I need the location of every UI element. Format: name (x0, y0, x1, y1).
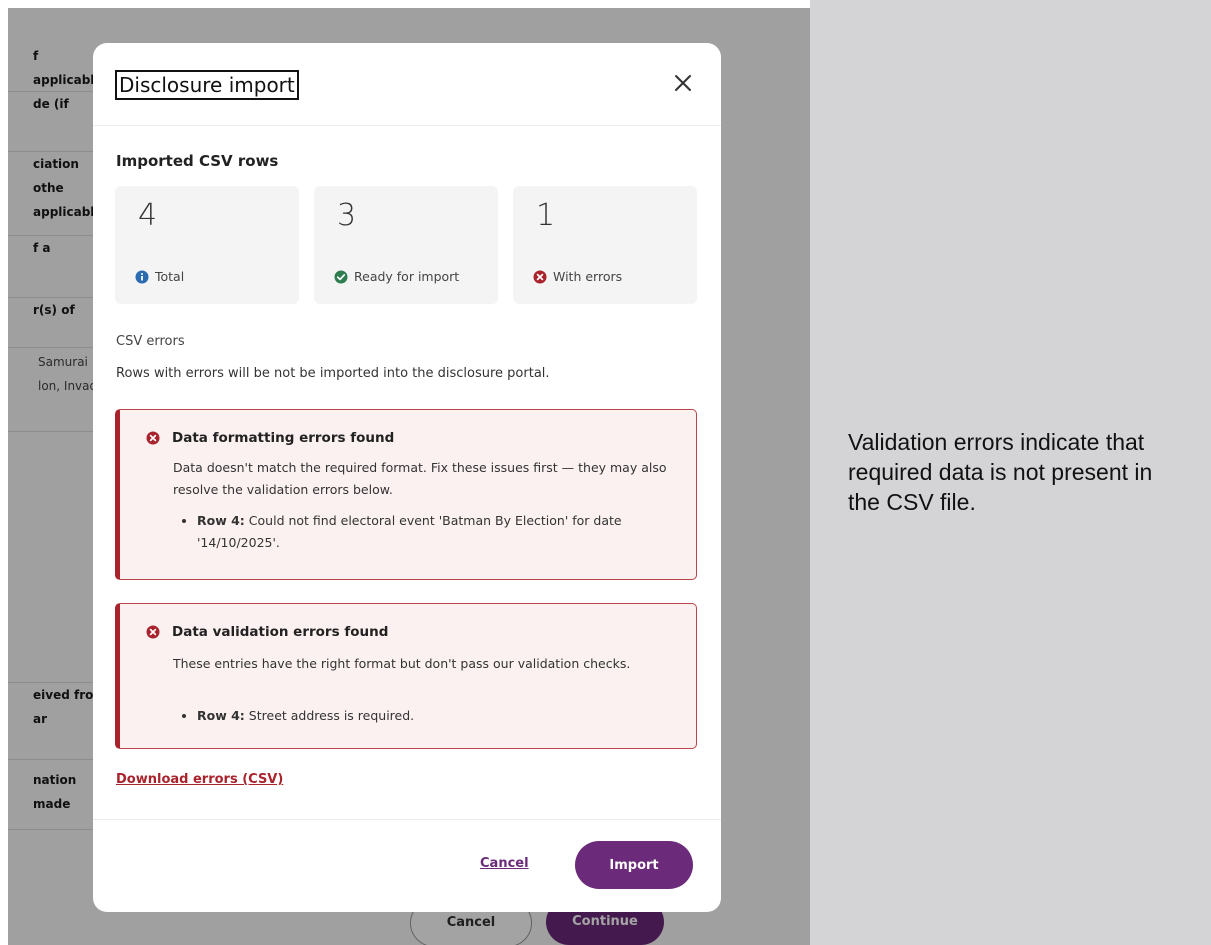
csv-errors-label: CSV errors (116, 334, 185, 349)
alert-title-text: Data formatting errors found (172, 430, 395, 446)
info-icon (135, 270, 149, 283)
footer-divider (93, 819, 721, 820)
error-circle-icon (533, 270, 547, 283)
stat-label-text: Total (155, 269, 185, 284)
alert-description: Data doesn't match the required format. … (173, 460, 667, 497)
list-item: Row 4: Street address is required. (197, 705, 683, 727)
cancel-button[interactable]: Cancel (480, 856, 529, 871)
alert-title: Data formatting errors found (146, 430, 394, 446)
stat-value: 3 (337, 198, 357, 233)
check-circle-icon (334, 270, 348, 283)
download-errors-link[interactable]: Download errors (CSV) (116, 772, 283, 787)
import-button[interactable]: Import (575, 841, 693, 889)
csv-errors-description: Rows with errors will be not be imported… (116, 366, 550, 381)
stat-card-ready: 3 Ready for import (314, 186, 498, 304)
stat-label: Ready for import (334, 269, 459, 284)
modal-header: Disclosure import (93, 43, 721, 126)
error-circle-icon (146, 431, 160, 445)
row-label: Row 4: (197, 513, 245, 528)
error-list: Row 4: Could not find electoral event 'B… (173, 510, 683, 554)
error-list: Row 4: Street address is required. (173, 705, 683, 727)
modal-title: Disclosure import (115, 70, 299, 100)
stat-value: 4 (138, 198, 158, 233)
alert-title-text: Data validation errors found (172, 624, 389, 640)
disclosure-import-dialog: Disclosure import Imported CSV rows 4 To… (93, 43, 721, 912)
formatting-errors-alert: Data formatting errors found Data doesn'… (115, 409, 697, 580)
stat-label-text: With errors (553, 269, 623, 284)
error-message: Could not find electoral event 'Batman B… (197, 513, 622, 550)
list-item: Row 4: Could not find electoral event 'B… (197, 510, 683, 554)
stat-label: With errors (533, 269, 622, 284)
annotation-text: Validation errors indicate that required… (848, 429, 1153, 515)
stat-value: 1 (536, 198, 556, 233)
imported-rows-heading: Imported CSV rows (116, 152, 279, 170)
stat-card-errors: 1 With errors (513, 186, 697, 304)
close-icon (675, 75, 691, 91)
row-label: Row 4: (197, 708, 245, 723)
alert-title: Data validation errors found (146, 624, 388, 640)
alert-description: These entries have the right format but … (173, 656, 631, 671)
stat-card-total: 4 Total (115, 186, 299, 304)
error-circle-icon (146, 625, 160, 639)
error-message: Street address is required. (248, 708, 415, 723)
stat-label: Total (135, 269, 184, 284)
close-button[interactable] (667, 67, 699, 99)
stat-label-text: Ready for import (354, 269, 460, 284)
validation-errors-alert: Data validation errors found These entri… (115, 603, 697, 749)
